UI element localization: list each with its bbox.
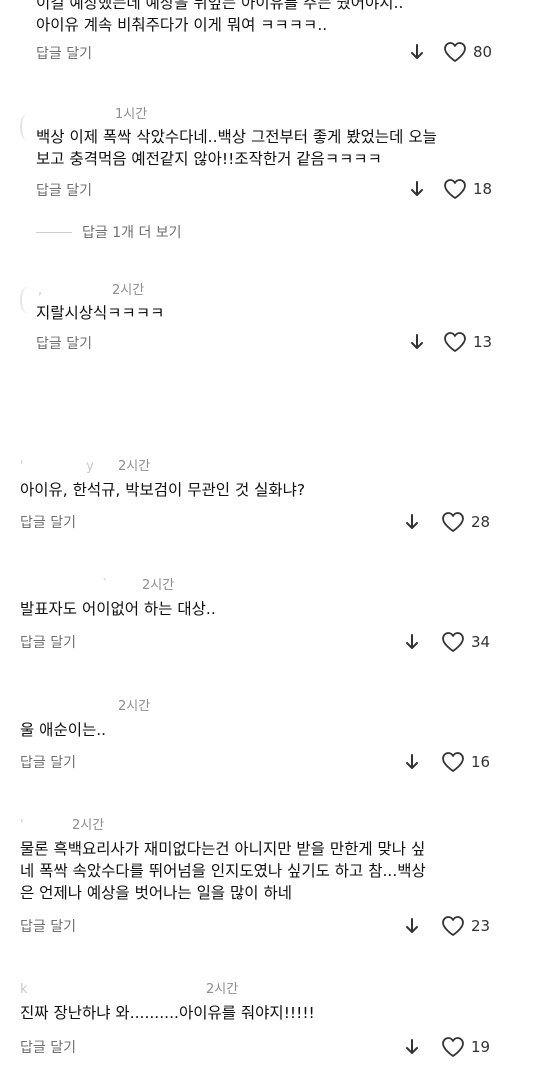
arrow-down-icon[interactable]	[404, 753, 420, 771]
arrow-down-icon[interactable]	[404, 633, 420, 651]
reply-button[interactable]: 답글 달기	[20, 752, 76, 772]
heart-icon	[442, 1037, 464, 1057]
comment-timestamp: 2시간	[118, 459, 151, 474]
comment-meta: 2시간	[20, 695, 150, 714]
comment-timestamp: 2시간	[72, 818, 105, 833]
comment-text: 발표자도 어이없어 하는 대상..	[20, 600, 216, 618]
like-button[interactable]: 34	[441, 630, 490, 654]
comment-text: 아이유, 한석규, 박보검이 무관인 것 실화냐?	[20, 481, 306, 499]
arrow-down-icon[interactable]	[404, 513, 420, 531]
like-button[interactable]: 16	[441, 750, 490, 774]
reply-button[interactable]: 답글 달기	[36, 180, 92, 200]
reply-button[interactable]: 답글 달기	[36, 333, 92, 353]
like-count: 28	[471, 513, 491, 531]
comment-text: 이걸 예상했는데 예상을 뒤엎는 아이유를 주는 줬어야지.. 아이유 계속 비…	[36, 0, 404, 34]
like-count: 19	[471, 1038, 491, 1056]
heart-icon	[442, 752, 464, 772]
heart-icon	[442, 632, 464, 652]
comment-timestamp: 2시간	[112, 283, 145, 298]
username-redacted[interactable]: `	[20, 578, 142, 593]
arrow-down-icon[interactable]	[404, 917, 420, 935]
heart-icon	[444, 332, 466, 352]
comment-meta: ' 2시간	[20, 814, 104, 833]
comment-timestamp: 2시간	[142, 578, 175, 593]
username-redacted[interactable]: ' y	[20, 459, 118, 474]
comment-text: 물론 흑백요리사가 재미없다는건 아니지만 받을 만한게 맞나 싶 네 폭싹 속…	[20, 840, 426, 902]
reply-button[interactable]: 답글 달기	[20, 916, 76, 936]
comment-meta: , 2시간	[38, 279, 144, 298]
arrow-down-icon[interactable]	[409, 333, 425, 351]
like-button[interactable]: 13	[443, 330, 492, 354]
arrow-down-icon[interactable]	[409, 180, 425, 198]
view-more-replies-label: 답글 1개 더 보기	[82, 225, 182, 241]
arrow-down-icon[interactable]	[409, 43, 425, 61]
avatar[interactable]	[20, 287, 34, 313]
like-count: 34	[471, 633, 491, 651]
comment-text: 백상 이제 폭싹 삭았수다네..백상 그전부터 좋게 봤었는데 오늘 보고 충격…	[36, 128, 437, 168]
like-count: 80	[473, 43, 493, 61]
comment-timestamp: 1시간	[115, 107, 148, 122]
comment-meta: ` 2시간	[20, 574, 174, 593]
comment-text: 울 애순이는..	[20, 721, 107, 739]
arrow-down-icon[interactable]	[404, 1038, 420, 1056]
reply-button[interactable]: 답글 달기	[36, 43, 92, 63]
reply-button[interactable]: 답글 달기	[20, 512, 76, 532]
username-redacted[interactable]: ,	[38, 283, 112, 298]
heart-icon	[442, 916, 464, 936]
comment-meta: ' y 2시간	[20, 455, 150, 474]
username-redacted[interactable]: '	[20, 818, 72, 833]
like-count: 18	[473, 180, 493, 198]
like-button[interactable]: 23	[441, 914, 490, 938]
heart-icon	[444, 42, 466, 62]
comment-timestamp: 2시간	[206, 982, 239, 997]
comment-timestamp: 2시간	[118, 699, 151, 714]
avatar[interactable]	[20, 114, 34, 140]
view-more-replies[interactable]: 답글 1개 더 보기	[36, 222, 182, 242]
username-redacted[interactable]: k	[20, 982, 206, 997]
comment-meta: k 2시간	[20, 978, 238, 997]
comment-text: 지랄시상식ㅋㅋㅋㅋ	[36, 304, 165, 322]
reply-button[interactable]: 답글 달기	[20, 632, 76, 652]
reply-button[interactable]: 답글 달기	[20, 1037, 76, 1057]
heart-icon	[442, 512, 464, 532]
like-count: 23	[471, 917, 491, 935]
like-button[interactable]: 28	[441, 510, 490, 534]
divider-line	[36, 231, 72, 233]
like-count: 13	[473, 333, 493, 351]
like-button[interactable]: 80	[443, 40, 492, 64]
like-count: 16	[471, 753, 491, 771]
comment-text: 진짜 장난하냐 와..........아이유를 줘야지!!!!!	[20, 1004, 315, 1022]
like-button[interactable]: 19	[441, 1035, 490, 1059]
like-button[interactable]: 18	[443, 177, 492, 201]
heart-icon	[444, 179, 466, 199]
